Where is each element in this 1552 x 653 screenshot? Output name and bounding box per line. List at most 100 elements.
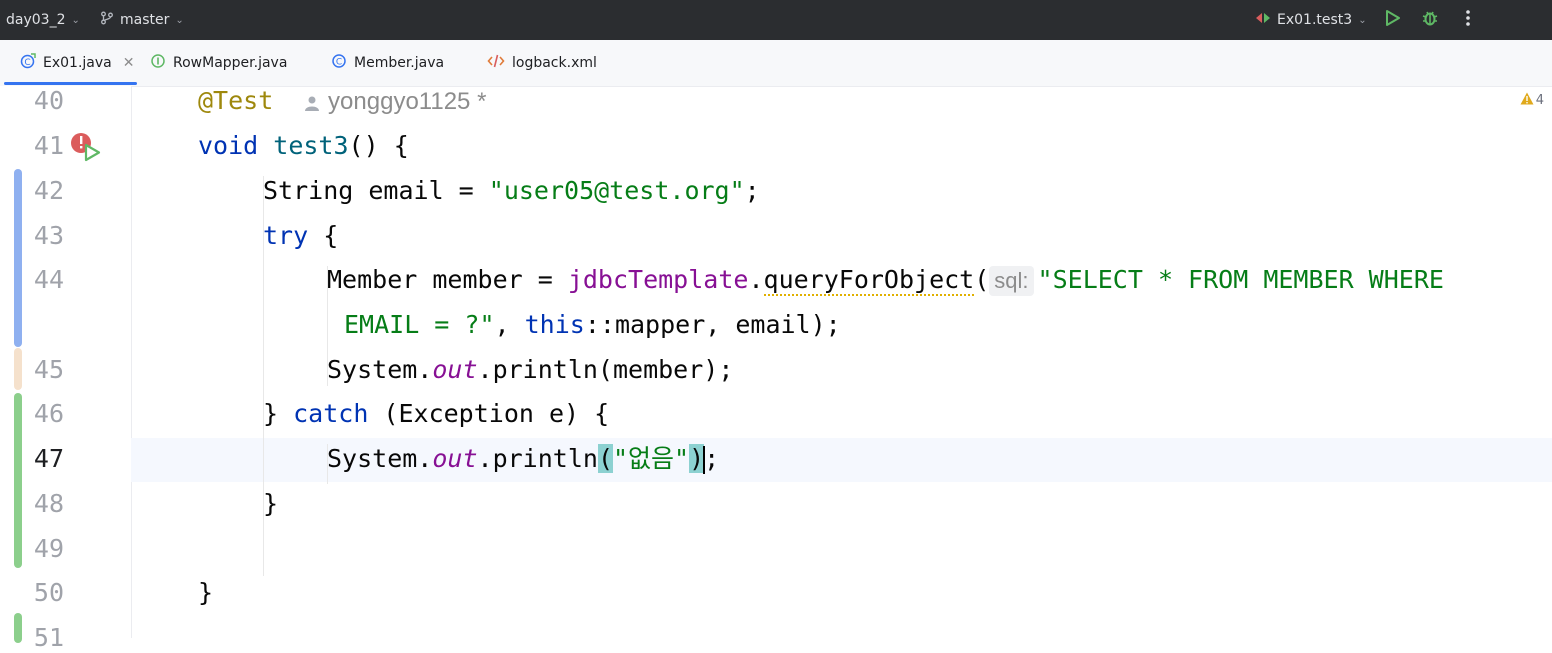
author-name: yonggyo1125 * [328,88,487,115]
code-token: . [748,265,764,294]
tab-label: logback.xml [512,55,597,71]
project-selector[interactable]: day03_2 ⌄ [6,0,80,40]
tab-label: Member.java [354,55,445,71]
chevron-down-icon: ⌄ [71,14,80,26]
editor-gutter: 40 41 42 43 44 45 46 47 48 49 50 51 [0,86,132,652]
chevron-down-icon: ⌄ [175,14,184,26]
run-button[interactable] [1385,0,1401,40]
line-number: 44 [33,265,64,294]
code-line-45: System.out.println(member); [327,355,733,385]
interface-icon [150,53,166,73]
code-token: ::mapper, email); [584,310,841,339]
method-token: test3 [273,131,349,160]
keyword-token: try [263,221,309,250]
keyword-token: void [198,131,259,160]
run-test-failed-icon[interactable] [70,132,104,166]
code-line-41: void test3() { [198,131,409,161]
code-line-48: } [263,489,278,519]
code-line-46: } catch (Exception e) { [263,399,609,429]
warning-count: 4 [1535,93,1544,108]
svg-text:C: C [24,58,30,68]
tab-logback-xml[interactable]: logback.xml [487,40,597,86]
code-token: .println(member); [477,355,734,384]
run-config-name: Ex01.test3 [1277,12,1353,28]
code-token: Member member = [327,265,568,294]
branch-selector[interactable]: master ⌄ [100,0,184,40]
static-field-token: out [432,355,478,384]
static-field-token: out [432,444,478,473]
keyword-token: this [524,310,585,339]
tab-member-java[interactable]: C Member.java [331,40,444,86]
title-bar: day03_2 ⌄ master ⌄ Ex01.test3 ⌄ [0,0,1552,40]
line-number: 46 [33,399,64,428]
class-icon: C [331,53,347,73]
line-number: 43 [33,221,64,250]
code-line-50: } [198,578,213,608]
chevron-down-icon: ⌄ [1358,14,1367,26]
svg-text:C: C [336,58,342,68]
editor-tab-bar: C Ex01.java ✕ RowMapper.java C Member.ja… [0,40,1552,87]
code-line-44: Member member = jdbcTemplate.queryForObj… [327,265,1444,296]
code-token: } [263,399,294,428]
line-number: 48 [33,489,64,518]
line-number: 42 [33,176,64,205]
code-token: ; [704,444,720,473]
project-name: day03_2 [6,12,66,28]
author-hint[interactable]: yonggyo1125 * [303,88,486,115]
warning-icon [1520,92,1534,109]
code-token: String email = [263,176,489,205]
more-options-button[interactable] [1464,0,1472,40]
code-line-44-wrap: EMAIL = ?", this::mapper, email); [344,310,841,340]
code-line-43: try { [263,221,338,251]
code-token: System. [327,444,433,473]
string-token: "user05@test.org" [488,176,745,205]
code-line-40: @Test yonggyo1125 * [198,86,486,117]
code-token: ; [744,176,760,205]
line-number: 45 [33,355,64,384]
code-token: , [494,310,525,339]
user-icon [305,96,320,111]
line-number: 40 [33,86,64,115]
tab-label: Ex01.java [43,55,112,71]
matched-paren: ( [597,444,613,473]
line-number-current: 47 [33,444,64,473]
test-class-icon: C [20,53,36,73]
code-token: (Exception e) { [368,399,610,428]
parameter-hint: sql: [989,266,1034,296]
string-token: "없음" [613,444,690,473]
line-number: 50 [33,578,64,607]
string-token: EMAIL = ?" [344,310,495,339]
code-token: System. [327,355,433,384]
tab-rowmapper-java[interactable]: RowMapper.java [150,40,287,86]
inspection-widget[interactable]: 4 [1520,92,1544,109]
annotation-token: @Test [198,86,274,115]
run-config-selector[interactable]: Ex01.test3 ⌄ [1255,0,1367,40]
xml-icon [487,53,505,73]
tab-ex01-java[interactable]: C Ex01.java ✕ [20,40,134,86]
line-number: 51 [33,623,64,652]
code-token: ( [974,265,990,294]
line-number: 41 [33,131,64,160]
code-token: } [263,489,279,518]
code-line-42: String email = "user05@test.org"; [263,176,760,206]
active-tab-indicator [4,82,137,85]
branch-name: master [120,12,170,28]
line-number: 49 [33,534,64,563]
keyword-token: catch [293,399,369,428]
tab-label: RowMapper.java [173,55,288,71]
code-token: } [198,578,214,607]
code-token: .println [477,444,598,473]
more-vertical-icon [1464,9,1472,31]
code-token: { [308,221,339,250]
code-editor[interactable]: 4 @Test yonggyo1125 * void test3() { Str… [131,86,1552,638]
close-icon[interactable]: ✕ [123,55,135,71]
string-token: "SELECT * FROM MEMBER WHERE [1037,265,1444,294]
run-icon [1385,9,1401,31]
run-config-icon [1255,11,1271,29]
debug-button[interactable] [1421,0,1439,40]
code-line-47: System.out.println("없음"); [327,444,719,474]
debug-bug-icon [1421,9,1439,31]
method-call-token[interactable]: queryForObject [763,265,975,296]
git-branch-icon [100,11,114,29]
matched-paren: ) [689,444,705,473]
